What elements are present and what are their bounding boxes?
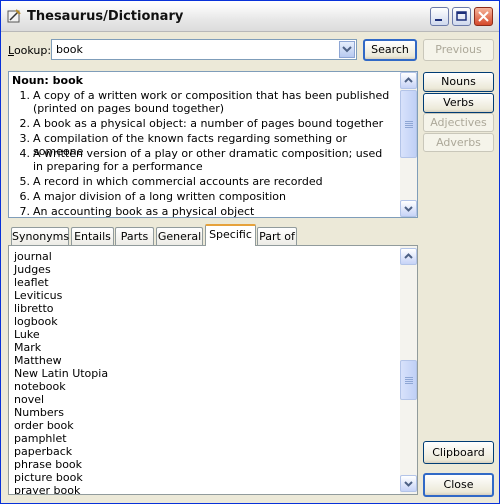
minimize-icon <box>435 19 442 21</box>
arrow-up-icon <box>404 253 413 259</box>
words-scrollbar[interactable] <box>400 246 417 494</box>
list-item[interactable]: leaflet <box>14 276 49 289</box>
scroll-down-button[interactable] <box>400 200 417 217</box>
lookup-combo[interactable]: book <box>51 39 357 60</box>
definition-item[interactable]: 1. A copy of a written work or compositio… <box>16 89 396 115</box>
definitions-panel: Noun: book 1. A copy of a written work or… <box>8 71 418 218</box>
window-title: Thesaurus/Dictionary <box>27 9 184 24</box>
list-item[interactable]: Judges <box>14 263 51 276</box>
app-icon <box>7 9 21 23</box>
lookup-label: Lookup: <box>8 44 52 57</box>
list-item[interactable]: notebook <box>14 380 66 393</box>
adjectives-button[interactable]: Adjectives <box>423 113 494 132</box>
maximize-button[interactable] <box>452 7 471 26</box>
scroll-down-button[interactable] <box>400 475 417 492</box>
tab-parts[interactable]: Parts <box>115 227 154 245</box>
arrow-down-icon <box>404 481 413 487</box>
chevron-down-icon <box>342 46 352 53</box>
definition-item[interactable]: 5. A record in which commercial accounts … <box>16 175 396 188</box>
list-item[interactable]: novel <box>14 393 44 406</box>
definition-item[interactable]: 4. A written version of a play or other d… <box>16 147 396 173</box>
search-button[interactable]: Search <box>363 39 417 61</box>
words-list-panel: journal Judges leaflet Leviticus librett… <box>8 245 418 495</box>
list-item[interactable]: New Latin Utopia <box>14 367 108 380</box>
previous-button[interactable]: Previous <box>423 39 494 61</box>
list-item[interactable]: pamphlet <box>14 432 67 445</box>
list-item[interactable]: phrase book <box>14 458 82 471</box>
clipboard-button[interactable]: Clipboard <box>423 441 494 464</box>
scroll-up-button[interactable] <box>400 72 417 89</box>
list-item[interactable]: logbook <box>14 315 58 328</box>
list-item[interactable]: Leviticus <box>14 289 62 302</box>
list-item[interactable]: paperback <box>14 445 72 458</box>
title-bar[interactable]: Thesaurus/Dictionary <box>1 1 499 32</box>
tab-entails[interactable]: Entails <box>71 227 114 245</box>
combo-dropdown-button[interactable] <box>339 41 355 58</box>
adverbs-button[interactable]: Adverbs <box>423 133 494 152</box>
list-item[interactable]: order book <box>14 419 74 432</box>
minimize-button[interactable] <box>430 7 449 26</box>
list-item[interactable]: libretto <box>14 302 54 315</box>
thesaurus-window: Thesaurus/Dictionary Lookup: book Search… <box>0 0 500 504</box>
maximize-icon <box>456 11 467 21</box>
close-window-button[interactable] <box>474 7 493 26</box>
nouns-button[interactable]: Nouns <box>423 72 494 92</box>
close-button[interactable]: Close <box>423 473 494 497</box>
list-item[interactable]: prayer book <box>14 484 80 494</box>
definition-item[interactable]: 6. A major division of a long written com… <box>16 190 396 203</box>
lookup-input[interactable]: book <box>56 43 83 56</box>
verbs-button[interactable]: Verbs <box>423 93 494 113</box>
scroll-thumb[interactable] <box>400 360 417 400</box>
definition-item[interactable]: 7. An accounting book as a physical objec… <box>16 205 396 217</box>
close-icon <box>478 11 489 22</box>
tab-synonyms[interactable]: Synonyms <box>11 227 69 245</box>
scroll-up-button[interactable] <box>400 248 417 265</box>
scroll-thumb[interactable] <box>400 90 417 158</box>
lookup-label-text: ookup: <box>13 44 52 57</box>
tab-general[interactable]: General <box>156 227 203 245</box>
tab-part-of[interactable]: Part of <box>257 227 297 245</box>
part-of-speech-heading: Noun: book <box>12 74 83 87</box>
list-item[interactable]: Luke <box>14 328 40 341</box>
tab-specific[interactable]: Specific <box>205 224 256 246</box>
list-item[interactable]: Numbers <box>14 406 64 419</box>
list-item[interactable]: picture book <box>14 471 83 484</box>
arrow-up-icon <box>404 77 413 83</box>
definitions-scrollbar[interactable] <box>400 72 417 217</box>
list-item[interactable]: journal <box>14 250 52 263</box>
list-item[interactable]: Mark <box>14 341 41 354</box>
arrow-down-icon <box>404 206 413 212</box>
definition-item[interactable]: 2. A book as a physical object: a number … <box>16 117 396 130</box>
list-item[interactable]: Matthew <box>14 354 62 367</box>
